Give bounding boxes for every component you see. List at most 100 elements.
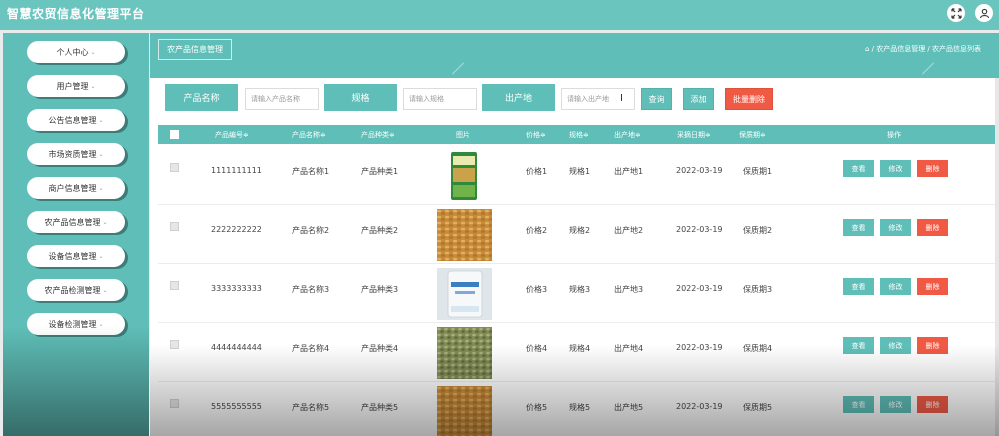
sidebar-item-label: 农产品检测管理 <box>44 285 101 295</box>
edit-button[interactable]: 修改 <box>880 396 911 413</box>
table-row: 4444444444 产品名称4 产品种类4 价格4 规格4 出产地4 2022… <box>158 324 995 382</box>
add-button[interactable]: 添加 <box>683 88 714 110</box>
view-button[interactable]: 查看 <box>843 396 874 413</box>
view-button[interactable]: 查看 <box>843 160 874 177</box>
text-cursor-icon: I <box>620 93 623 104</box>
sidebar-item-product-inspection[interactable]: 农产品检测管理 ⌄ <box>27 279 125 301</box>
sidebar-item-label: 设备信息管理 <box>48 251 97 261</box>
row-checkbox[interactable] <box>170 222 179 231</box>
delete-button[interactable]: 删除 <box>917 278 948 295</box>
cell-code: 2222222222 <box>211 225 262 234</box>
cell-pick-date: 2022-03-19 <box>676 166 723 175</box>
col-product-code[interactable]: 产品编号≑ <box>215 130 249 140</box>
cell-price: 价格5 <box>526 403 548 412</box>
product-image[interactable] <box>437 268 492 320</box>
table-row: 1111111111 产品名称1 产品种类1 价格1 规格1 出产地1 2022… <box>158 147 995 205</box>
cell-origin: 出产地3 <box>614 285 644 294</box>
delete-button[interactable]: 删除 <box>917 219 948 236</box>
edit-button[interactable]: 修改 <box>880 160 911 177</box>
view-button[interactable]: 查看 <box>843 219 874 236</box>
col-spec[interactable]: 规格≑ <box>569 130 589 140</box>
cell-origin: 出产地4 <box>614 344 644 353</box>
edit-button[interactable]: 修改 <box>880 278 911 295</box>
row-checkbox[interactable] <box>170 281 179 290</box>
cell-code: 4444444444 <box>211 343 262 352</box>
page-tab[interactable]: 农产品信息管理 <box>158 39 232 60</box>
row-checkbox[interactable] <box>170 340 179 349</box>
scroll-gutter[interactable] <box>995 78 999 436</box>
cell-spec: 规格4 <box>569 344 591 353</box>
expand-icon[interactable] <box>947 4 965 22</box>
cell-shelf-life: 保质期2 <box>743 226 773 235</box>
sidebar-item-merchants[interactable]: 商户信息管理 ⌄ <box>27 177 125 199</box>
chevron-down-icon: ⌄ <box>98 252 104 260</box>
cell-origin: 出产地1 <box>614 167 644 176</box>
chevron-down-icon: ⌄ <box>102 218 108 226</box>
table-row: 3333333333 产品名称3 产品种类3 价格3 规格3 出产地3 2022… <box>158 265 995 323</box>
cell-kind: 产品种类4 <box>361 344 399 353</box>
col-product-kind[interactable]: 产品种类≑ <box>361 130 395 140</box>
cell-code: 3333333333 <box>211 284 262 293</box>
product-name-label: 产品名称 <box>165 84 238 111</box>
breadcrumb-bar: 农产品信息管理 ⌂ / 农产品信息管理 / 农产品信息列表 <box>150 33 999 66</box>
product-image[interactable] <box>437 209 492 261</box>
col-product-name[interactable]: 产品名称≑ <box>292 130 326 140</box>
user-icon[interactable] <box>975 4 993 22</box>
view-button[interactable]: 查看 <box>843 337 874 354</box>
sidebar-item-market-qualification[interactable]: 市场资质管理 ⌄ <box>27 143 125 165</box>
main-content: 农产品信息管理 ⌂ / 农产品信息管理 / 农产品信息列表 产品名称 请输入产品… <box>150 33 999 436</box>
chevron-down-icon: ⌄ <box>98 116 104 124</box>
query-button[interactable]: 查询 <box>641 88 672 110</box>
cell-pick-date: 2022-03-19 <box>676 402 723 411</box>
row-checkbox[interactable] <box>170 163 179 172</box>
user-icon-glyph <box>979 8 989 18</box>
table-row: 2222222222 产品名称2 产品种类2 价格2 规格2 出产地2 2022… <box>158 206 995 264</box>
cell-name: 产品名称3 <box>292 285 330 294</box>
chevron-down-icon: ⌄ <box>90 82 96 90</box>
edit-button[interactable]: 修改 <box>880 219 911 236</box>
product-image[interactable] <box>437 150 492 202</box>
delete-button[interactable]: 删除 <box>917 337 948 354</box>
select-all-checkbox[interactable] <box>170 130 179 139</box>
delete-button[interactable]: 删除 <box>917 160 948 177</box>
sidebar-item-label: 商户信息管理 <box>48 183 97 193</box>
sidebar-item-announcements[interactable]: 公告信息管理 ⌄ <box>27 109 125 131</box>
chevron-down-icon: ⌄ <box>98 150 104 158</box>
col-shelf-life[interactable]: 保质期≑ <box>739 130 766 140</box>
sidebar-item-products[interactable]: 农产品信息管理 ⌄ <box>27 211 125 233</box>
sidebar-item-devices[interactable]: 设备信息管理 ⌄ <box>27 245 125 267</box>
sidebar-item-users[interactable]: 用户管理 ⌄ <box>27 75 125 97</box>
origin-input[interactable]: 请输入出产地 <box>561 88 635 110</box>
product-name-input[interactable]: 请输入产品名称 <box>245 88 319 110</box>
cell-name: 产品名称4 <box>292 344 330 353</box>
cell-kind: 产品种类2 <box>361 226 399 235</box>
breadcrumb: ⌂ / 农产品信息管理 / 农产品信息列表 <box>864 45 981 53</box>
col-origin[interactable]: 出产地≑ <box>614 130 641 140</box>
decor-strip <box>150 62 999 78</box>
spec-label: 规格 <box>324 84 397 111</box>
spec-input[interactable]: 请输入规格 <box>403 88 477 110</box>
cell-spec: 规格3 <box>569 285 591 294</box>
cell-spec: 规格5 <box>569 403 591 412</box>
chevron-down-icon: ⌄ <box>102 286 108 294</box>
cell-spec: 规格2 <box>569 226 591 235</box>
edit-button[interactable]: 修改 <box>880 337 911 354</box>
sidebar-item-label: 个人中心 <box>56 47 89 57</box>
product-image[interactable] <box>437 386 492 436</box>
col-image: 图片 <box>456 131 470 139</box>
product-image[interactable] <box>437 327 492 379</box>
col-pick-date[interactable]: 采摘日期≑ <box>677 130 711 140</box>
cell-shelf-life: 保质期4 <box>743 344 773 353</box>
cell-origin: 出产地2 <box>614 226 644 235</box>
col-price[interactable]: 价格≑ <box>526 130 546 140</box>
col-actions: 操作 <box>887 131 901 139</box>
view-button[interactable]: 查看 <box>843 278 874 295</box>
batch-delete-button[interactable]: 批量删除 <box>725 88 773 110</box>
row-checkbox[interactable] <box>170 399 179 408</box>
sidebar: 个人中心 ⌄ 用户管理 ⌄ 公告信息管理 ⌄ 市场资质管理 ⌄ 商户信息管理 ⌄ 农产品信… <box>3 33 149 436</box>
cell-price: 价格3 <box>526 285 548 294</box>
delete-button[interactable]: 删除 <box>917 396 948 413</box>
cell-pick-date: 2022-03-19 <box>676 343 723 352</box>
cell-name: 产品名称1 <box>292 167 330 176</box>
sidebar-item-personal-center[interactable]: 个人中心 ⌄ <box>27 41 125 63</box>
